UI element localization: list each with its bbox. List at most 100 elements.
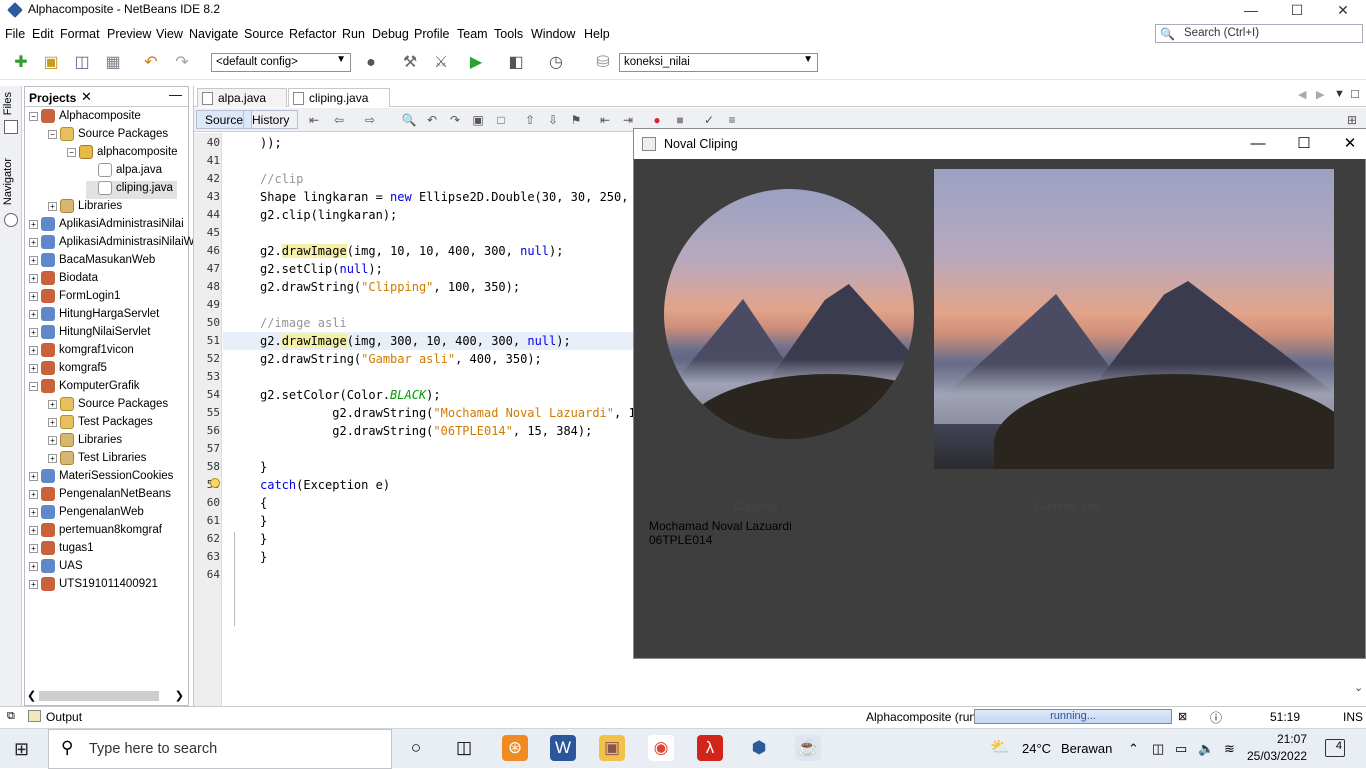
battery-icon[interactable]: ▭ [1175, 741, 1187, 757]
minimize-icon[interactable]: — [169, 87, 182, 102]
collapse-icon[interactable]: − [67, 147, 76, 157]
expand-icon[interactable]: + [29, 543, 38, 553]
notification-center-icon[interactable]: 4 [1325, 739, 1345, 757]
menu-run[interactable]: Run [342, 27, 365, 41]
scrollbar-thumb[interactable] [39, 691, 159, 701]
tree-item[interactable]: + AplikasiAdministrasiNilaiW [29, 235, 194, 253]
expand-icon[interactable]: + [29, 237, 38, 247]
output-tab[interactable]: Output [46, 710, 82, 724]
stop-macro-icon[interactable]: ■ [672, 112, 688, 128]
menu-help[interactable]: Help [584, 27, 610, 41]
files-tab[interactable]: Files [2, 92, 14, 115]
expand-icon[interactable]: + [29, 525, 38, 535]
build-target-icon[interactable]: ● [360, 52, 382, 74]
tree-item[interactable]: + komgraf5 [29, 361, 107, 379]
config-select[interactable]: <default config> ▼ [211, 53, 351, 72]
tab-list-icon[interactable]: ▼ [1334, 88, 1345, 100]
clock-date[interactable]: 25/03/2022 [1247, 749, 1307, 763]
tree-item[interactable]: + Test Packages [48, 415, 153, 433]
redo-icon[interactable]: ↷ [171, 52, 193, 74]
weather-text[interactable]: Berawan [1061, 741, 1112, 756]
tree-item[interactable]: + tugas1 [29, 541, 94, 559]
expand-icon[interactable]: + [29, 471, 38, 481]
code-line[interactable]: Shape lingkaran = new Ellipse2D.Double(3… [260, 190, 672, 204]
java-close-button[interactable]: ✕ [1327, 129, 1366, 159]
tree-item[interactable]: + HitungNilaiServlet [29, 325, 150, 343]
meet-now-icon[interactable]: ◫ [1152, 741, 1164, 757]
expand-icon[interactable]: + [48, 399, 57, 409]
code-line[interactable]: g2.setClip(null); [260, 262, 383, 276]
maximize-editor-icon[interactable]: □ [1351, 86, 1359, 101]
code-line[interactable]: g2.setColor(Color.BLACK); [260, 388, 441, 402]
tree-item[interactable]: + BacaMasukanWeb [29, 253, 155, 271]
code-line[interactable]: g2.drawString("Clipping", 100, 350); [260, 280, 520, 294]
weather-icon[interactable]: ⛅ [990, 737, 1010, 757]
tab-alpa-java[interactable]: alpa.java ✕ [197, 88, 287, 119]
tree-item[interactable]: + Libraries [48, 199, 122, 217]
expand-icon[interactable]: + [29, 327, 38, 337]
search-input[interactable]: 🔍 Search (Ctrl+I) [1155, 24, 1363, 43]
tree-item[interactable]: − KomputerGrafik [29, 379, 140, 397]
shift-right-icon[interactable]: ⇥ [620, 112, 636, 128]
wifi-icon[interactable]: ≋ [1224, 741, 1235, 757]
restore-icon[interactable]: ⧉ [7, 710, 15, 723]
code-line[interactable]: } [260, 532, 267, 546]
expand-icon[interactable]: + [29, 345, 38, 355]
expand-icon[interactable]: + [29, 219, 38, 229]
chevron-up-icon[interactable]: ⌃ [1128, 741, 1139, 757]
menu-tools[interactable]: Tools [494, 27, 523, 41]
next-bookmark-icon[interactable]: ⇩ [545, 112, 561, 128]
tree-item[interactable]: + Biodata [29, 271, 98, 289]
tree-item[interactable]: alpa.java [86, 163, 162, 181]
connection-select[interactable]: koneksi_nilai ▼ [619, 53, 818, 72]
menu-team[interactable]: Team [457, 27, 488, 41]
scroll-down-icon[interactable]: ⌄ [1354, 681, 1363, 694]
new-project-icon[interactable]: ▣ [40, 52, 62, 74]
code-line[interactable]: )); [260, 136, 282, 150]
close-icon[interactable]: ✕ [81, 89, 92, 105]
expand-icon[interactable]: + [48, 417, 57, 427]
volume-icon[interactable]: 🔈 [1198, 741, 1214, 757]
scroll-tabs-right-icon[interactable]: ▶ [1316, 88, 1324, 101]
weather-temp[interactable]: 24°C [1022, 741, 1051, 756]
tree-item[interactable]: cliping.java [86, 181, 177, 199]
clean-build-icon[interactable]: ⚔ [430, 52, 452, 74]
menu-source[interactable]: Source [244, 27, 284, 41]
menu-window[interactable]: Window [531, 27, 575, 41]
find-icon[interactable]: 🔍 [401, 112, 417, 128]
rect-select-icon[interactable]: □ [493, 112, 509, 128]
java-maximize-button[interactable]: ☐ [1281, 129, 1327, 159]
tree-item[interactable]: + komgraf1vicon [29, 343, 134, 361]
expand-icon[interactable]: + [29, 309, 38, 319]
windows-start-icon[interactable]: ⊞ [14, 739, 29, 760]
tree-item[interactable]: + Libraries [48, 433, 122, 451]
expand-icon[interactable]: + [48, 453, 57, 463]
files-icon[interactable] [4, 120, 18, 134]
word-icon[interactable]: W [550, 735, 576, 761]
new-file-icon[interactable]: ✚ [10, 52, 32, 74]
tree-item[interactable]: + PengenalanNetBeans [29, 487, 171, 505]
code-line[interactable]: g2.drawString("Mochamad Noval Lazuardi",… [260, 406, 693, 420]
tree-item[interactable]: + MateriSessionCookies [29, 469, 173, 487]
tree-item[interactable]: + UAS [29, 559, 83, 577]
code-line[interactable]: catch(Exception e) [260, 478, 390, 492]
expand-icon[interactable]: + [48, 435, 57, 445]
scroll-right-icon[interactable]: ❯ [175, 689, 184, 702]
expand-icon[interactable]: + [29, 255, 38, 265]
scroll-tabs-left-icon[interactable]: ◀ [1298, 88, 1306, 101]
expand-icon[interactable]: + [29, 291, 38, 301]
collapse-icon[interactable]: − [29, 381, 38, 391]
profile-icon[interactable]: ◷ [545, 52, 567, 74]
open-project-icon[interactable]: ◫ [71, 52, 93, 74]
tree-item[interactable]: + FormLogin1 [29, 289, 120, 307]
code-line[interactable]: { [260, 496, 267, 510]
collapse-icon[interactable]: − [29, 111, 38, 121]
code-line[interactable]: //image asli [260, 316, 347, 330]
java-minimize-button[interactable]: — [1235, 129, 1281, 159]
menu-view[interactable]: View [156, 27, 183, 41]
code-line[interactable]: g2.drawImage(img, 10, 10, 400, 300, null… [260, 244, 563, 258]
xampp-icon[interactable]: ⊛ [502, 735, 528, 761]
file-explorer-icon[interactable]: ▣ [599, 735, 625, 761]
code-line[interactable]: g2.drawString("Gambar asli", 400, 350); [260, 352, 542, 366]
find-previous-icon[interactable]: ↶ [424, 112, 440, 128]
